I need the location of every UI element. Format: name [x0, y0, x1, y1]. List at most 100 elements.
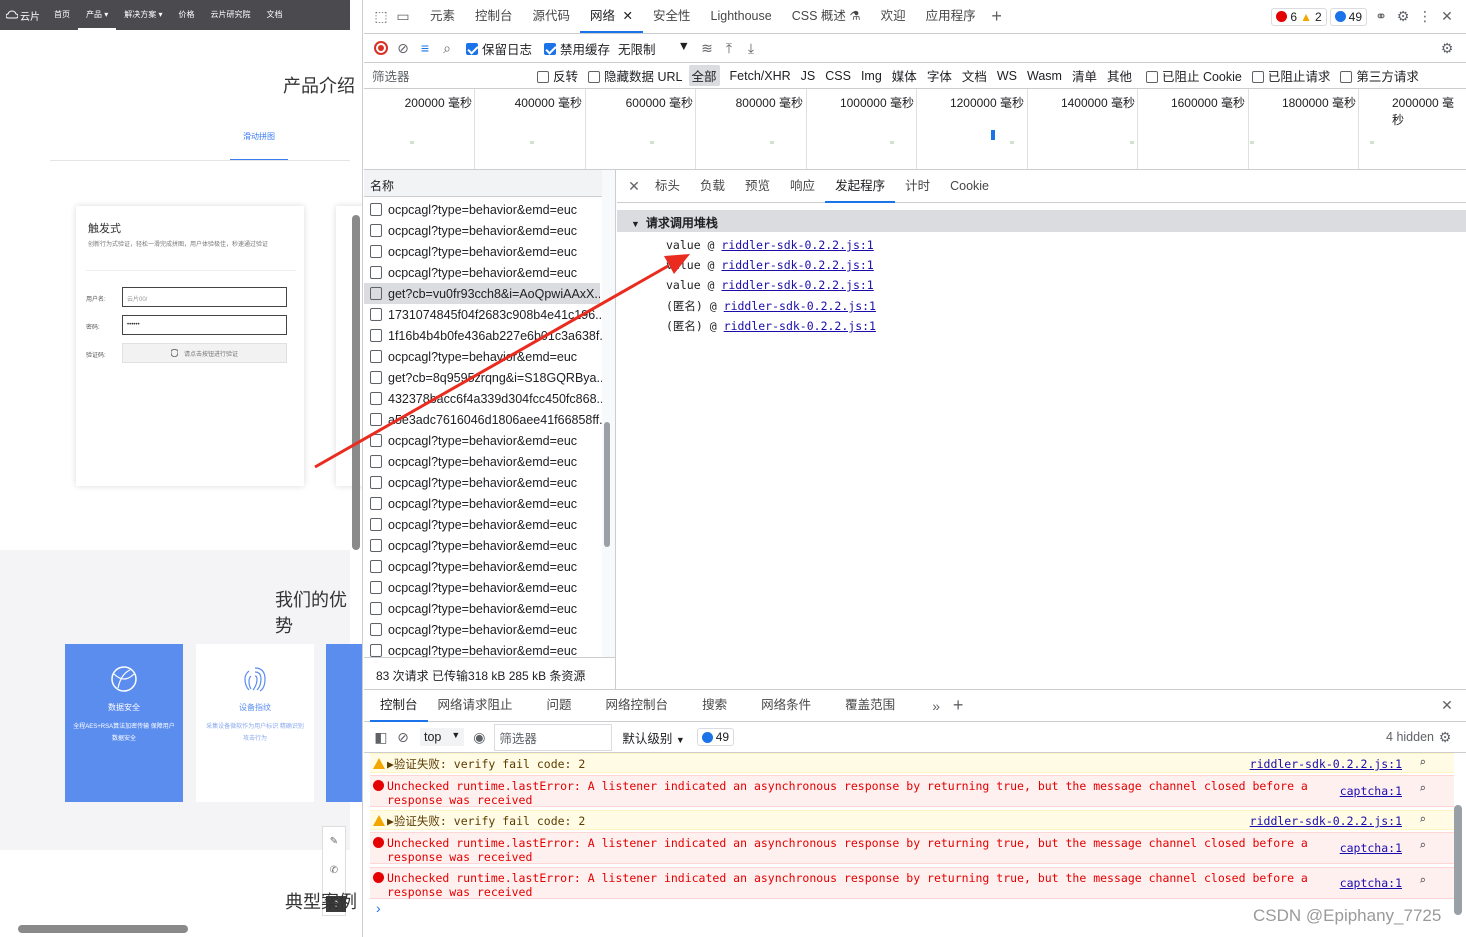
- console-error[interactable]: Unchecked runtime.lastError: A listener …: [370, 867, 1454, 899]
- request-row[interactable]: ocpcagl?type=behavior&emd=euc: [370, 262, 606, 283]
- type-filter-font[interactable]: 字体: [927, 66, 952, 85]
- record-icon[interactable]: [370, 37, 392, 59]
- console-warning[interactable]: ▶验证失败: verify fail code: 2 riddler-sdk-0.…: [370, 753, 1454, 773]
- search-icon[interactable]: ⌕: [1419, 812, 1426, 826]
- network-settings-icon[interactable]: ⚙: [1436, 37, 1458, 59]
- tab-security[interactable]: 安全性: [643, 0, 701, 33]
- tab-slide-puzzle[interactable]: 滑动拼图: [230, 128, 288, 161]
- request-row[interactable]: ocpcagl?type=behavior&emd=euc: [370, 598, 606, 619]
- stack-source-link[interactable]: riddler-sdk-0.2.2.js:1: [724, 299, 876, 313]
- close-icon[interactable]: ✕: [623, 9, 633, 23]
- request-row[interactable]: ocpcagl?type=behavior&emd=euc: [370, 472, 606, 493]
- request-row[interactable]: get?cb=8q9595zrqng&i=S18GQRBya...: [370, 367, 606, 388]
- type-filter-img[interactable]: Img: [861, 69, 882, 83]
- close-drawer-icon[interactable]: ✕: [1436, 695, 1458, 717]
- request-row[interactable]: ocpcagl?type=behavior&emd=euc: [370, 577, 606, 598]
- nav-research[interactable]: 云片研究院: [203, 0, 259, 30]
- name-column-header[interactable]: 名称: [364, 170, 602, 197]
- console-issues-badge[interactable]: 49: [696, 728, 735, 746]
- clear-console-icon[interactable]: ⊘: [392, 726, 414, 748]
- invert-checkbox[interactable]: 反转: [537, 66, 578, 85]
- tab-response[interactable]: 响应: [780, 170, 825, 203]
- request-row[interactable]: 1f16b4b4b0fe436ab227e6b01c3a638f...: [370, 325, 606, 346]
- nav-products[interactable]: 产品 ▾: [78, 0, 117, 30]
- settings-icon[interactable]: ⚙: [1392, 6, 1414, 28]
- more-icon[interactable]: ⋮: [1414, 6, 1436, 28]
- stack-source-link[interactable]: riddler-sdk-0.2.2.js:1: [721, 258, 873, 272]
- type-filter-ws[interactable]: WS: [997, 69, 1017, 83]
- nav-home[interactable]: 首页: [46, 0, 78, 30]
- console-source-link[interactable]: captcha:1: [1340, 876, 1402, 890]
- inspect-icon[interactable]: ⬚: [370, 6, 392, 28]
- type-filter-media[interactable]: 媒体: [892, 66, 917, 85]
- request-row[interactable]: ocpcagl?type=behavior&emd=euc: [370, 241, 606, 262]
- tab-initiator[interactable]: 发起程序: [825, 170, 896, 203]
- request-row[interactable]: ocpcagl?type=behavior&emd=euc: [370, 535, 606, 556]
- request-row[interactable]: ocpcagl?type=behavior&emd=euc: [370, 220, 606, 241]
- drawer-tab-network-conditions[interactable]: 网络条件: [751, 689, 821, 722]
- nav-docs[interactable]: 文档: [259, 0, 291, 30]
- request-row[interactable]: 1731074845f04f2683c908b4e41c196...: [370, 304, 606, 325]
- console-source-link[interactable]: captcha:1: [1340, 784, 1402, 798]
- info-counter[interactable]: 49: [1329, 7, 1367, 26]
- console-scrollbar[interactable]: [1454, 805, 1462, 915]
- type-filter-wasm[interactable]: Wasm: [1027, 69, 1062, 83]
- request-row[interactable]: ocpcagl?type=behavior&emd=euc: [370, 493, 606, 514]
- share-icon[interactable]: ⚭: [1370, 6, 1392, 28]
- tab-preview[interactable]: 预览: [735, 170, 780, 203]
- add-tab-icon[interactable]: +: [986, 6, 1008, 28]
- vertical-scrollbar[interactable]: [352, 215, 360, 550]
- tab-payload[interactable]: 负载: [690, 170, 735, 203]
- username-input[interactable]: 云片00/: [122, 287, 287, 307]
- export-har-icon[interactable]: ⤓: [740, 37, 762, 59]
- live-expression-icon[interactable]: ◉: [468, 726, 490, 748]
- drawer-tab-request-blocking[interactable]: 网络请求阻止: [428, 689, 523, 722]
- tab-cookies[interactable]: Cookie: [940, 170, 999, 203]
- blocked-requests-checkbox[interactable]: 已阻止请求: [1251, 66, 1330, 85]
- stack-source-link[interactable]: riddler-sdk-0.2.2.js:1: [724, 319, 876, 333]
- tab-headers[interactable]: 标头: [645, 170, 690, 203]
- stack-section-header[interactable]: ▼ 请求调用堆栈: [617, 210, 1466, 232]
- search-icon[interactable]: ⌕: [1419, 873, 1426, 887]
- console-source-link[interactable]: riddler-sdk-0.2.2.js:1: [1250, 814, 1402, 828]
- filter-input[interactable]: 筛选器: [372, 66, 537, 85]
- blocked-cookies-checkbox[interactable]: 已阻止 Cookie: [1145, 66, 1242, 85]
- disable-cache-checkbox[interactable]: 禁用缓存: [544, 39, 610, 58]
- filter-icon[interactable]: ≡: [414, 37, 436, 59]
- search-icon[interactable]: ⌕: [1419, 838, 1426, 852]
- tab-sources[interactable]: 源代码: [523, 0, 581, 33]
- close-devtools-icon[interactable]: ✕: [1436, 6, 1458, 28]
- nav-solutions[interactable]: 解决方案 ▾: [116, 0, 170, 30]
- drawer-tab-network-console[interactable]: 网络控制台: [596, 689, 679, 722]
- type-filter-js[interactable]: JS: [801, 69, 816, 83]
- tab-welcome[interactable]: 欢迎: [871, 0, 916, 33]
- clear-icon[interactable]: ⊘: [392, 37, 414, 59]
- type-filter-css[interactable]: CSS: [825, 69, 851, 83]
- import-har-icon[interactable]: ⤒: [718, 37, 740, 59]
- request-row[interactable]: ocpcagl?type=behavior&emd=euc: [370, 199, 606, 220]
- tab-network[interactable]: 网络 ✕: [580, 0, 644, 33]
- log-levels-select[interactable]: 默认级别 ▼: [622, 728, 684, 747]
- captcha-button[interactable]: 请点击按钮进行验证: [122, 343, 287, 363]
- drawer-tab-console[interactable]: 控制台: [370, 689, 428, 722]
- stack-source-link[interactable]: riddler-sdk-0.2.2.js:1: [721, 238, 873, 252]
- network-conditions-icon[interactable]: ≋: [696, 37, 718, 59]
- search-icon[interactable]: ⌕: [1419, 781, 1426, 795]
- type-filter-doc[interactable]: 文档: [962, 66, 987, 85]
- request-row[interactable]: ocpcagl?type=behavior&emd=euc: [370, 619, 606, 640]
- site-logo[interactable]: 云片: [6, 8, 46, 23]
- console-filter-input[interactable]: 筛选器: [494, 723, 613, 751]
- console-source-link[interactable]: riddler-sdk-0.2.2.js:1: [1250, 757, 1402, 771]
- sidebar-toggle-icon[interactable]: ◧: [370, 726, 392, 748]
- drawer-tab-coverage[interactable]: 覆盖范围: [835, 689, 905, 722]
- tab-lighthouse[interactable]: Lighthouse: [701, 0, 782, 33]
- type-filter-all[interactable]: 全部: [688, 65, 720, 86]
- drawer-tab-search[interactable]: 搜索: [692, 689, 737, 722]
- phone-icon[interactable]: ✆: [330, 865, 338, 876]
- password-input[interactable]: ••••••: [122, 315, 287, 335]
- tab-console[interactable]: 控制台: [465, 0, 523, 33]
- console-settings-icon[interactable]: ⚙: [1434, 726, 1456, 748]
- nav-pricing[interactable]: 价格: [171, 0, 203, 30]
- request-row[interactable]: ocpcagl?type=behavior&emd=euc: [370, 556, 606, 577]
- console-error[interactable]: Unchecked runtime.lastError: A listener …: [370, 832, 1454, 864]
